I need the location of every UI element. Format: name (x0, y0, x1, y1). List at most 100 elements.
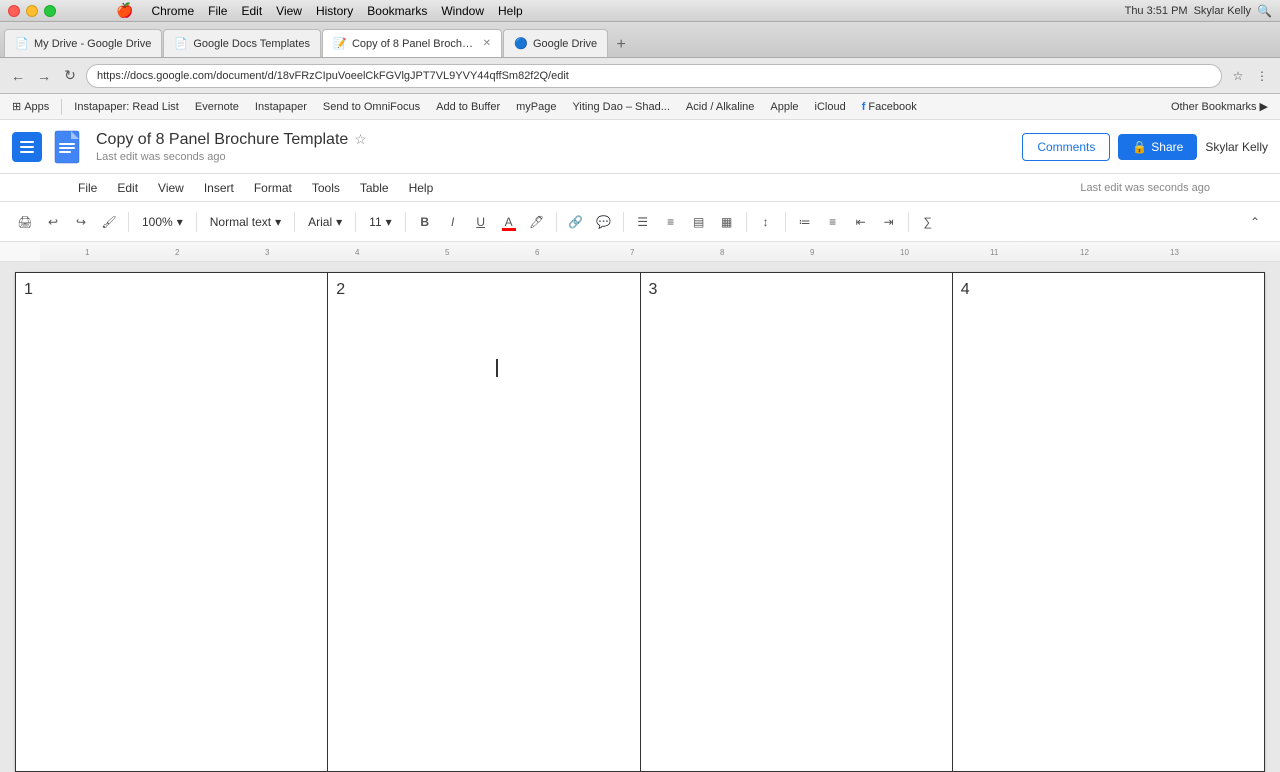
menu-item-tools[interactable]: Tools (304, 177, 348, 199)
bookmark-instapaper2-label: Instapaper (255, 101, 307, 113)
share-button[interactable]: 🔒 Share (1118, 134, 1197, 160)
tab-my-drive[interactable]: 📄 My Drive - Google Drive (4, 29, 162, 57)
menu-file[interactable]: File (208, 4, 227, 18)
bookmark-omnifocus-label: Send to OmniFocus (323, 101, 420, 113)
increase-indent-button[interactable]: ⇥ (876, 209, 902, 235)
menu-item-edit[interactable]: Edit (109, 177, 146, 199)
bookmark-yiting-label: Yiting Dao – Shad... (572, 101, 669, 113)
decrease-indent-button[interactable]: ⇤ (848, 209, 874, 235)
align-right-button[interactable]: ▤ (686, 209, 712, 235)
toolbar-sep-8 (746, 212, 747, 232)
gdocs-menu-bar: File Edit View Insert Format Tools Table… (0, 174, 1280, 202)
star-icon[interactable]: ☆ (354, 131, 367, 148)
menu-edit[interactable]: Edit (241, 4, 262, 18)
fontsize-dropdown[interactable]: 11 ▾ (362, 209, 399, 235)
redo-button[interactable]: ↪ (68, 209, 94, 235)
tab-close-brochure[interactable]: ✕ (483, 38, 491, 49)
bullets-button[interactable]: ≔ (792, 209, 818, 235)
menu-history[interactable]: History (316, 4, 353, 18)
menu-view[interactable]: View (276, 4, 302, 18)
refresh-button[interactable]: ↻ (60, 66, 80, 86)
comment-button[interactable]: 💬 (591, 209, 617, 235)
text-color-button[interactable]: A (496, 209, 522, 235)
numberedlist-button[interactable]: ≡ (820, 209, 846, 235)
panel-cell-2[interactable]: 2 (328, 273, 640, 772)
align-center-button[interactable]: ≡ (658, 209, 684, 235)
bookmark-icloud[interactable]: iCloud (809, 99, 852, 115)
panel-cell-4[interactable]: 4 (952, 273, 1264, 772)
zoom-dropdown[interactable]: 100% ▾ (135, 209, 190, 235)
gdocs-page: 1 2 3 4 (15, 272, 1265, 772)
justify-button[interactable]: ▦ (714, 209, 740, 235)
tab-templates[interactable]: 📄 Google Docs Templates (163, 29, 321, 57)
hamburger-line-1 (20, 141, 34, 143)
panel-cell-3[interactable]: 3 (640, 273, 952, 772)
paint-format-button[interactable]: 🖌 (96, 209, 122, 235)
menu-item-table[interactable]: Table (352, 177, 397, 199)
last-edit-inline: Last edit was seconds ago (1080, 182, 1210, 194)
collapse-toolbar-button[interactable]: ⌃ (1242, 209, 1268, 235)
bookmark-apple-label: Apple (770, 101, 798, 113)
bookmark-other[interactable]: Other Bookmarks ▶ (1165, 98, 1274, 115)
gdocs-menu-btn[interactable] (12, 132, 42, 162)
bookmark-mypage[interactable]: myPage (510, 99, 562, 115)
mac-close-btn[interactable] (8, 5, 20, 17)
menu-chrome[interactable]: Chrome (151, 4, 194, 18)
address-bar[interactable] (86, 64, 1222, 88)
font-dropdown[interactable]: Arial ▾ (301, 209, 349, 235)
mac-traffic-lights[interactable] (8, 5, 56, 17)
italic-button[interactable]: I (440, 209, 466, 235)
bookmark-star-icon[interactable]: ☆ (1228, 66, 1248, 86)
underline-button[interactable]: U (468, 209, 494, 235)
bookmark-instapaper[interactable]: Instapaper: Read List (68, 99, 185, 115)
forward-button[interactable]: → (34, 66, 54, 86)
style-dropdown[interactable]: Normal text ▾ (203, 209, 288, 235)
menu-item-insert[interactable]: Insert (196, 177, 242, 199)
menu-item-file[interactable]: File (70, 177, 105, 199)
link-button[interactable]: 🔗 (563, 209, 589, 235)
comments-button[interactable]: Comments (1022, 133, 1110, 161)
mac-time: Thu 3:51 PM (1125, 5, 1188, 17)
linespacing-button[interactable]: ↕ (753, 209, 779, 235)
tab-gdrive[interactable]: 🔵 Google Drive (503, 29, 608, 57)
align-left-button[interactable]: ☰ (630, 209, 656, 235)
panel-cell-1[interactable]: 1 (16, 273, 328, 772)
apple-logo[interactable]: 🍎 (116, 2, 133, 19)
bookmark-facebook[interactable]: f Facebook (856, 99, 923, 115)
undo-button[interactable]: ↩ (40, 209, 66, 235)
bookmark-evernote[interactable]: Evernote (189, 99, 245, 115)
menu-help[interactable]: Help (498, 4, 523, 18)
bookmark-yiting[interactable]: Yiting Dao – Shad... (566, 99, 675, 115)
user-avatar[interactable]: Skylar Kelly (1205, 140, 1268, 154)
ruler-left-margin (20, 242, 40, 261)
menu-window[interactable]: Window (441, 4, 484, 18)
menu-item-view[interactable]: View (150, 177, 192, 199)
bookmark-apps[interactable]: ⊞ Apps (6, 98, 55, 115)
bookmark-acid[interactable]: Acid / Alkaline (680, 99, 760, 115)
mac-min-btn[interactable] (26, 5, 38, 17)
back-button[interactable]: ← (8, 66, 28, 86)
menu-bookmarks[interactable]: Bookmarks (367, 4, 427, 18)
menu-item-help[interactable]: Help (401, 177, 442, 199)
bookmark-evernote-label: Evernote (195, 101, 239, 113)
bookmark-instapaper2[interactable]: Instapaper (249, 99, 313, 115)
settings-icon[interactable]: ⋮ (1252, 66, 1272, 86)
toolbar-sep-1 (128, 212, 129, 232)
bookmark-buffer[interactable]: Add to Buffer (430, 99, 506, 115)
ruler-mark-12: 12 (1080, 248, 1089, 257)
highlight-button[interactable]: 🖊 (524, 209, 550, 235)
print-button[interactable]: 🖨 (12, 209, 38, 235)
tab-favicon-my-drive: 📄 (15, 37, 29, 51)
tab-brochure[interactable]: 📝 Copy of 8 Panel Brochure ✕ (322, 29, 502, 57)
bookmark-omnifocus[interactable]: Send to OmniFocus (317, 99, 426, 115)
mac-search-icon[interactable]: 🔍 (1257, 4, 1272, 18)
bookmark-apple[interactable]: Apple (764, 99, 804, 115)
menu-item-format[interactable]: Format (246, 177, 300, 199)
panel-number-2: 2 (336, 281, 345, 298)
doc-title[interactable]: Copy of 8 Panel Brochure Template (96, 131, 348, 149)
bold-button[interactable]: B (412, 209, 438, 235)
ruler-mark-7: 7 (630, 248, 634, 257)
mac-max-btn[interactable] (44, 5, 56, 17)
new-tab-button[interactable]: + (609, 33, 633, 57)
formula-button[interactable]: ∑ (915, 209, 941, 235)
